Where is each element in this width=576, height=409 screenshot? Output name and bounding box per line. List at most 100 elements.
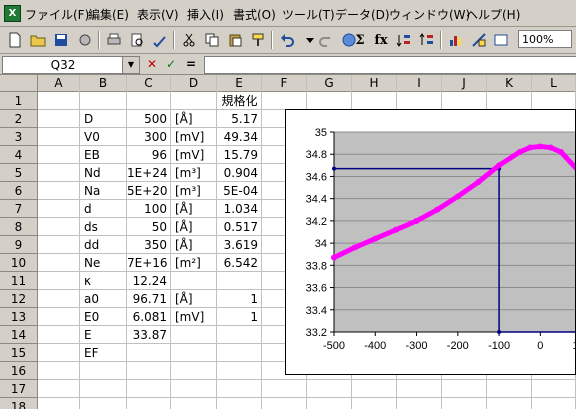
permission-icon[interactable] — [75, 30, 95, 50]
cell-c9[interactable]: 350 — [127, 236, 171, 254]
chart-wizard-icon[interactable] — [446, 30, 466, 50]
zoom-select[interactable]: 100% — [518, 30, 572, 48]
cell-e8[interactable]: 0.517 — [217, 218, 262, 236]
cell-e2[interactable]: 5.17 — [217, 110, 262, 128]
spelling-icon[interactable] — [150, 30, 170, 50]
row-header-5[interactable]: 5 — [0, 164, 38, 182]
save-icon[interactable] — [51, 30, 71, 50]
menu-edit[interactable]: 編集(E) — [88, 6, 129, 23]
column-header-f[interactable]: F — [262, 75, 307, 92]
sort-descending-icon[interactable] — [417, 30, 437, 50]
cell-c6[interactable]: 5E+20 — [127, 182, 171, 200]
menu-help[interactable]: ヘルプ(H) — [466, 6, 520, 23]
column-header-e[interactable]: E — [217, 75, 262, 92]
cell-c8[interactable]: 50 — [127, 218, 171, 236]
cell-d8[interactable]: [Å] — [171, 218, 217, 236]
row-header-3[interactable]: 3 — [0, 128, 38, 146]
autosum-icon[interactable]: Σ — [350, 30, 370, 50]
cell-e10[interactable]: 6.542 — [217, 254, 262, 272]
select-all-corner[interactable] — [0, 75, 38, 92]
cell-b14[interactable]: E — [80, 326, 127, 344]
cell-b5[interactable]: Nd — [80, 164, 127, 182]
name-box[interactable]: Q32 — [2, 56, 124, 74]
zoom-icon[interactable] — [492, 30, 512, 50]
cell-d4[interactable]: [mV] — [171, 146, 217, 164]
row-header-6[interactable]: 6 — [0, 182, 38, 200]
open-folder-icon[interactable] — [28, 30, 48, 50]
cell-b3[interactable]: V0 — [80, 128, 127, 146]
embedded-chart[interactable]: 33.2 33.4 33.6 33.8 34 34.2 34.4 34.6 34.8 35 -500… — [285, 109, 576, 375]
cell-e5[interactable]: 0.904 — [217, 164, 262, 182]
cell-b7[interactable]: d — [80, 200, 127, 218]
cell-d5[interactable]: [m³] — [171, 164, 217, 182]
function-icon[interactable]: fx — [371, 30, 391, 50]
cell-d2[interactable]: [Å] — [171, 110, 217, 128]
column-header-k[interactable]: K — [487, 75, 532, 92]
cell-e3[interactable]: 49.34 — [217, 128, 262, 146]
cell-c5[interactable]: 1E+24 — [127, 164, 171, 182]
paste-icon[interactable] — [225, 30, 245, 50]
cell-d13[interactable]: [mV] — [171, 308, 217, 326]
row-header-16[interactable]: 16 — [0, 362, 38, 380]
row-header-14[interactable]: 14 — [0, 326, 38, 344]
row-header-17[interactable]: 17 — [0, 380, 38, 398]
formula-input[interactable] — [204, 56, 576, 74]
cell-b13[interactable]: E0 — [80, 308, 127, 326]
insert-function-icon[interactable]: = — [182, 56, 200, 72]
cell-d9[interactable]: [Å] — [171, 236, 217, 254]
cell-b15[interactable]: EF — [80, 344, 127, 362]
cell-b9[interactable]: dd — [80, 236, 127, 254]
column-header-l[interactable]: L — [532, 75, 576, 92]
print-preview-icon[interactable] — [127, 30, 147, 50]
cell-e6[interactable]: 5E-04 — [217, 182, 262, 200]
cell-c4[interactable]: 96 — [127, 146, 171, 164]
menu-window[interactable]: ウィンドウ(W) — [389, 6, 470, 23]
column-header-g[interactable]: G — [307, 75, 352, 92]
cell-b11[interactable]: κ — [80, 272, 127, 290]
cut-icon[interactable] — [179, 30, 199, 50]
menu-file[interactable]: ファイル(F) — [25, 6, 89, 23]
cell-d6[interactable]: [m³] — [171, 182, 217, 200]
cell-e9[interactable]: 3.619 — [217, 236, 262, 254]
cell-e13[interactable]: 1 — [217, 308, 262, 326]
cell-e12[interactable]: 1 — [217, 290, 262, 308]
drawing-icon[interactable] — [469, 30, 489, 50]
row-header-12[interactable]: 12 — [0, 290, 38, 308]
cell-b2[interactable]: D — [80, 110, 127, 128]
menu-format[interactable]: 書式(O) — [233, 6, 276, 23]
copy-icon[interactable] — [202, 30, 222, 50]
enter-icon[interactable]: ✓ — [162, 56, 180, 72]
cell-c11[interactable]: 12.24 — [127, 272, 171, 290]
cell-b8[interactable]: ds — [80, 218, 127, 236]
cell-e7[interactable]: 1.034 — [217, 200, 262, 218]
excel-app-icon[interactable]: X — [4, 5, 21, 22]
cell-c14[interactable]: 33.87 — [127, 326, 171, 344]
cell-b12[interactable]: a0 — [80, 290, 127, 308]
cell-d12[interactable]: [Å] — [171, 290, 217, 308]
menu-insert[interactable]: 挿入(I) — [187, 6, 224, 23]
cell-c2[interactable]: 500 — [127, 110, 171, 128]
row-header-4[interactable]: 4 — [0, 146, 38, 164]
sort-ascending-icon[interactable] — [394, 30, 414, 50]
cell-b4[interactable]: EB — [80, 146, 127, 164]
name-box-dropdown-icon[interactable]: ▼ — [122, 56, 140, 74]
format-painter-icon[interactable] — [248, 30, 268, 50]
menu-data[interactable]: データ(D) — [335, 6, 390, 23]
cell-e4[interactable]: 15.79 — [217, 146, 262, 164]
cell-e1[interactable]: 規格化 — [217, 92, 262, 110]
cell-c10[interactable]: 7E+16 — [127, 254, 171, 272]
redo-icon[interactable] — [316, 30, 336, 50]
new-document-icon[interactable] — [5, 30, 25, 50]
row-header-18[interactable]: 18 — [0, 398, 38, 409]
cancel-icon[interactable]: ✕ — [143, 56, 161, 72]
row-header-7[interactable]: 7 — [0, 200, 38, 218]
cell-d7[interactable]: [Å] — [171, 200, 217, 218]
menu-view[interactable]: 表示(V) — [137, 6, 179, 23]
row-header-1[interactable]: 1 — [0, 92, 38, 110]
column-header-j[interactable]: J — [442, 75, 487, 92]
cell-b6[interactable]: Na — [80, 182, 127, 200]
column-header-h[interactable]: H — [352, 75, 397, 92]
column-header-c[interactable]: C — [127, 75, 171, 92]
cell-b10[interactable]: Ne — [80, 254, 127, 272]
cell-d10[interactable]: [m²] — [171, 254, 217, 272]
